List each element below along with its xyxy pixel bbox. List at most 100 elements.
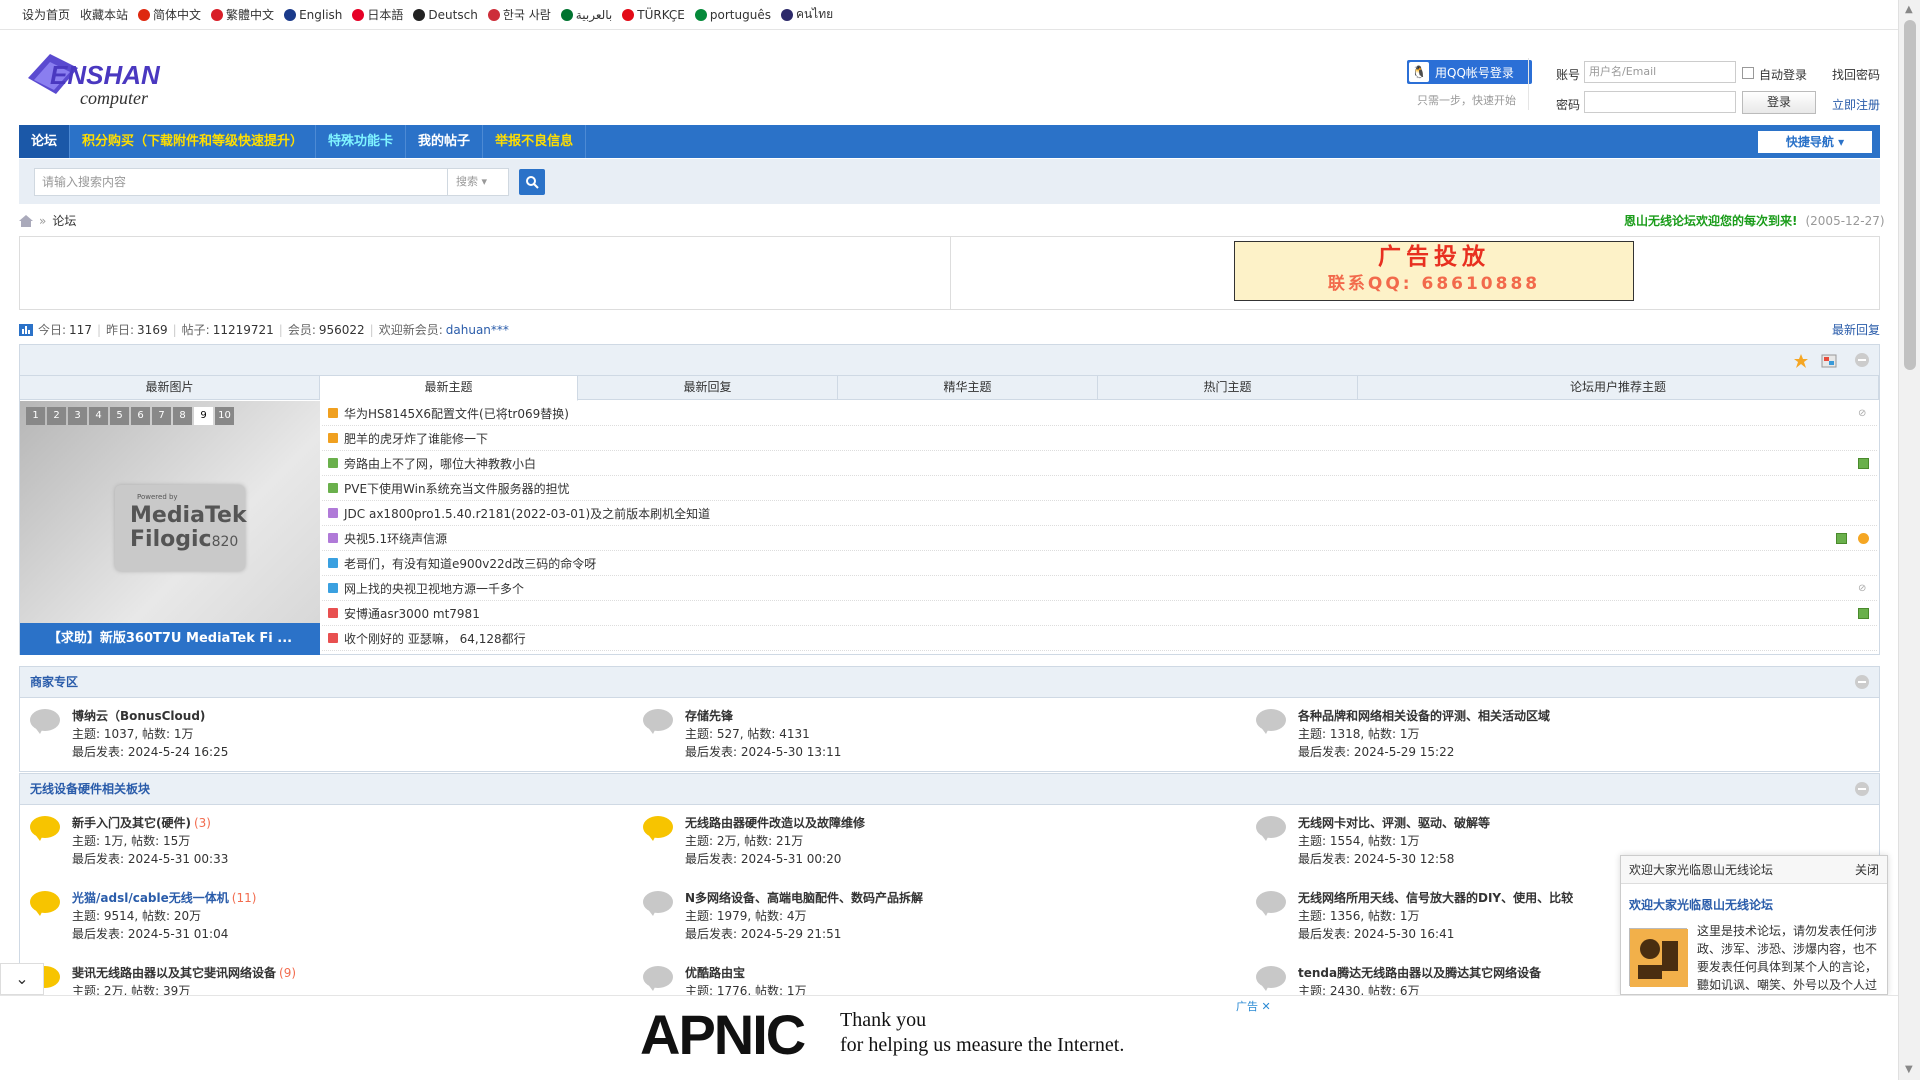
slider-page-button[interactable]: 3	[68, 407, 87, 425]
thread-title[interactable]: JDC ax1800pro1.5.40.r2181(2022-03-01)及之前…	[344, 505, 710, 522]
thread-title[interactable]: 央视5.1环绕声信源	[344, 530, 447, 547]
breadcrumb-forum[interactable]: 论坛	[52, 212, 76, 229]
ad-close-button[interactable]: 广告 ✕	[1236, 998, 1271, 1014]
thread-row[interactable]: 安博通asr3000 mt7981	[322, 601, 1877, 626]
portal-tab[interactable]: 最新主题	[320, 376, 578, 401]
portal-tab[interactable]: 最新回复	[578, 376, 838, 399]
language-link[interactable]: 繁體中文	[211, 6, 274, 23]
home-icon[interactable]	[19, 214, 33, 227]
forum-last-post[interactable]: 最后发表: 2024-5-31 00:33	[72, 850, 228, 867]
slider-page-button[interactable]: 9	[194, 407, 213, 425]
auto-login-label[interactable]: 自动登录	[1759, 66, 1807, 83]
slider-caption[interactable]: 【求助】新版360T7U MediaTek Fi ...	[20, 623, 320, 655]
scroll-up-icon[interactable]: ▲	[1905, 4, 1913, 15]
thread-row[interactable]: 央视5.1环绕声信源	[322, 526, 1877, 551]
ad-banner[interactable]: 广告投放 联系QQ: 68610888	[1234, 241, 1634, 301]
thread-title[interactable]: 华为HS8145X6配置文件(已将tr069替换)	[344, 405, 569, 422]
forum-name[interactable]: 斐讯无线路由器以及其它斐讯网络设备	[72, 966, 276, 980]
nav-item[interactable]: 举报不良信息	[483, 125, 587, 158]
slider-page-button[interactable]: 2	[47, 407, 66, 425]
thread-title[interactable]: 旁路由上不了网，哪位大神教教小白	[344, 455, 536, 472]
slider-page-button[interactable]: 4	[89, 407, 108, 425]
forum-name[interactable]: tenda腾达无线路由器以及腾达其它网络设备	[1298, 966, 1541, 980]
search-type-select[interactable]: 搜索 ▾	[448, 168, 509, 196]
forum-name[interactable]: N多网络设备、高端电脑配件、数码产品拆解	[685, 891, 923, 905]
language-link[interactable]: 日本語	[352, 6, 403, 23]
thread-row[interactable]: PVE下使用Win系统充当文件服务器的担忧	[322, 476, 1877, 501]
account-input[interactable]: 用户名/Email	[1584, 61, 1736, 83]
portal-tab[interactable]: 热门主题	[1098, 376, 1358, 399]
thread-row[interactable]: 老哥们，有没有知道e900v22d改三码的命令呀	[322, 551, 1877, 576]
login-button[interactable]: 登录	[1742, 91, 1816, 114]
language-link[interactable]: بالعربية	[560, 8, 612, 22]
slider-page-button[interactable]: 7	[152, 407, 171, 425]
section-title[interactable]: 商家专区	[30, 675, 78, 689]
slider-page-button[interactable]: 10	[215, 407, 234, 425]
popup-title[interactable]: 欢迎大家光临恩山无线论坛	[1629, 896, 1773, 913]
latest-reply-link[interactable]: 最新回复	[1832, 321, 1880, 338]
slider-page-button[interactable]: 6	[131, 407, 150, 425]
nav-item[interactable]: 积分购买（下载附件和等级快速提升）	[70, 125, 317, 158]
forum-name[interactable]: 无线网卡对比、评测、驱动、破解等	[1298, 816, 1490, 830]
picture-icon[interactable]	[1821, 353, 1837, 369]
language-link[interactable]: TÜRKÇE	[622, 8, 685, 22]
thread-title[interactable]: 老哥们，有没有知道e900v22d改三码的命令呀	[344, 555, 596, 572]
star-icon[interactable]	[1793, 353, 1809, 369]
nav-item[interactable]: 我的帖子	[406, 125, 484, 158]
forum-name[interactable]: 新手入门及其它(硬件)	[72, 816, 191, 830]
language-link[interactable]: English	[284, 8, 342, 22]
forum-name[interactable]: 优酷路由宝	[685, 966, 745, 980]
slider-page-button[interactable]: 1	[26, 407, 45, 425]
auto-login-checkbox[interactable]	[1742, 67, 1754, 79]
thread-row[interactable]: 网上找的央视卫视地方源一千多个 ⊘	[322, 576, 1877, 601]
collapse-icon[interactable]	[1855, 675, 1869, 689]
collapse-icon[interactable]	[1855, 353, 1869, 367]
language-link[interactable]: 한국 사람	[487, 6, 551, 23]
forum-last-post[interactable]: 最后发表: 2024-5-31 00:20	[685, 850, 841, 867]
thread-row[interactable]: 肥羊的虎牙炸了谁能修一下	[322, 426, 1877, 451]
search-button[interactable]	[519, 169, 545, 195]
popup-close-button[interactable]: 关闭	[1855, 856, 1879, 884]
slider-page-button[interactable]: 8	[173, 407, 192, 425]
password-input[interactable]	[1584, 91, 1736, 113]
forum-last-post[interactable]: 最后发表: 2024-5-29 21:51	[685, 925, 841, 942]
portal-tab[interactable]: 精华主题	[838, 376, 1098, 399]
language-link[interactable]: português	[694, 8, 771, 22]
nav-item[interactable]: 论坛	[19, 125, 71, 158]
portal-tab[interactable]: 最新图片	[20, 376, 320, 399]
scrollbar-thumb[interactable]	[1904, 20, 1916, 370]
register-link[interactable]: 立即注册	[1832, 96, 1880, 113]
top-link[interactable]: 收藏本站	[80, 6, 128, 23]
scroll-down-icon[interactable]: ▼	[1905, 1064, 1913, 1075]
vertical-scrollbar[interactable]: ▲ ▼	[1898, 0, 1920, 1080]
forum-last-post[interactable]: 最后发表: 2024-5-30 12:58	[1298, 850, 1454, 867]
chevron-down-icon[interactable]: ⌄	[0, 963, 44, 995]
forum-name[interactable]: 无线网络所用天线、信号放大器的DIY、使用、比较	[1298, 891, 1573, 905]
bottom-ad-banner[interactable]: APNIC Thank you for helping us measure t…	[0, 995, 1898, 1080]
collapse-icon[interactable]	[1855, 782, 1869, 796]
search-input[interactable]: 请输入搜索内容	[34, 168, 448, 196]
portal-tab[interactable]: 论坛用户推荐主题	[1358, 376, 1879, 399]
forum-name[interactable]: 存储先锋	[685, 709, 733, 723]
forum-name[interactable]: 博纳云（BonusCloud)	[72, 709, 205, 723]
quick-nav-button[interactable]: 快捷导航 ▾	[1758, 131, 1872, 153]
forum-name[interactable]: 光猫/adsl/cable无线一体机	[72, 891, 229, 905]
section-title[interactable]: 无线设备硬件相关板块	[30, 782, 150, 796]
thread-title[interactable]: 安博通asr3000 mt7981	[344, 605, 480, 622]
thread-title[interactable]: 网上找的央视卫视地方源一千多个	[344, 580, 524, 597]
site-logo[interactable]: ENSHAN computer	[22, 50, 198, 114]
top-link[interactable]: 设为首页	[22, 6, 70, 23]
forum-last-post[interactable]: 最后发表: 2024-5-24 16:25	[72, 743, 228, 760]
language-link[interactable]: คนไทย	[780, 5, 833, 24]
forum-last-post[interactable]: 最后发表: 2024-5-30 16:41	[1298, 925, 1454, 942]
thread-title[interactable]: PVE下使用Win系统充当文件服务器的担忧	[344, 480, 570, 497]
qq-login-button[interactable]: 🐧 用QQ帐号登录	[1407, 60, 1532, 84]
image-slider[interactable]: 1 2 3 4 5 6 7 8 9 10 Powered by MediaTek Filogic8…	[20, 401, 320, 655]
nav-item[interactable]: 特殊功能卡	[316, 125, 407, 158]
thread-row[interactable]: 旁路由上不了网，哪位大神教教小白	[322, 451, 1877, 476]
forum-name[interactable]: 各种品牌和网络相关设备的评测、相关活动区域	[1298, 709, 1550, 723]
thread-row[interactable]: 华为HS8145X6配置文件(已将tr069替换) ⊘	[322, 401, 1877, 426]
thread-row[interactable]: JDC ax1800pro1.5.40.r2181(2022-03-01)及之前…	[322, 501, 1877, 526]
language-link[interactable]: 简体中文	[138, 6, 201, 23]
language-link[interactable]: Deutsch	[413, 8, 478, 22]
